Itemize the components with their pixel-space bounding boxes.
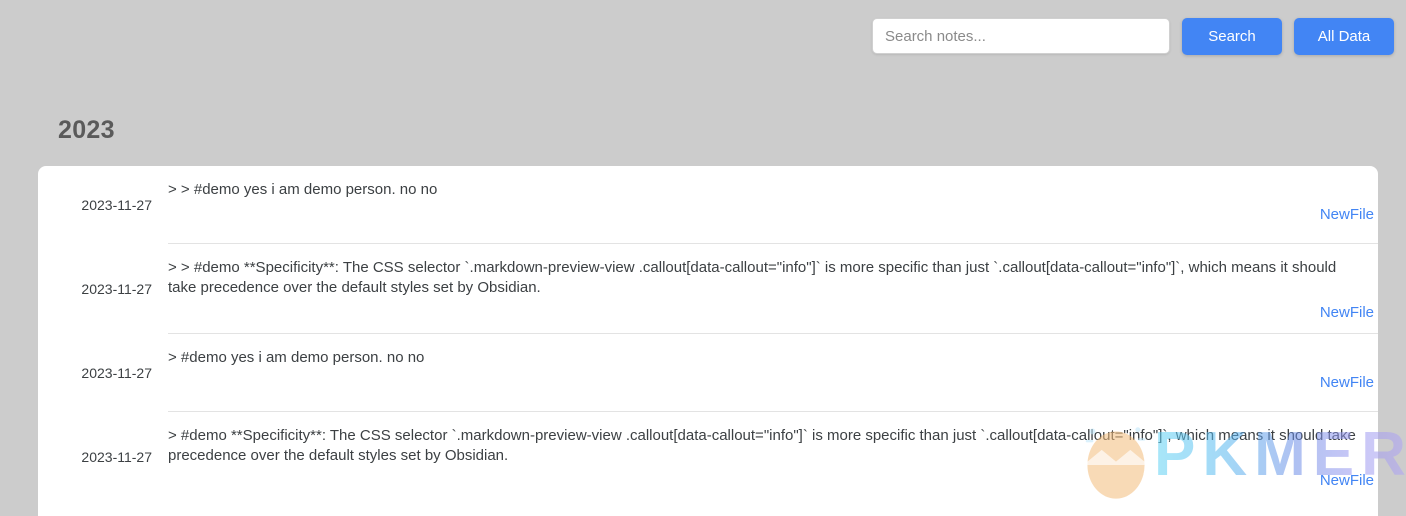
search-input[interactable] bbox=[872, 18, 1170, 54]
new-file-link[interactable]: NewFile bbox=[1320, 206, 1374, 223]
new-file-link[interactable]: NewFile bbox=[1320, 472, 1374, 489]
new-file-link[interactable]: NewFile bbox=[1320, 374, 1374, 391]
table-row: 2023-11-27 > #demo yes i am demo person. … bbox=[38, 334, 1378, 412]
row-link-wrap: NewFile bbox=[168, 472, 1378, 498]
row-note-text: > > #demo yes i am demo person. no no bbox=[168, 181, 438, 198]
row-main: > #demo **Specificity**: The CSS selecto… bbox=[168, 412, 1378, 502]
row-note-text: > #demo **Specificity**: The CSS selecto… bbox=[168, 427, 1356, 464]
all-data-button[interactable]: All Data bbox=[1294, 18, 1394, 55]
notes-search-page: Search All Data 2023 2023-11-27 > > #demo… bbox=[0, 0, 1406, 516]
row-link-wrap: NewFile bbox=[168, 304, 1378, 330]
table-row: 2023-11-27 > > #demo **Specificity**: The… bbox=[38, 244, 1378, 334]
row-note-text: > #demo yes i am demo person. no no bbox=[168, 349, 425, 366]
table-row: 2023-11-27 > #demo **Specificity**: The C… bbox=[38, 412, 1378, 502]
search-button[interactable]: Search bbox=[1182, 18, 1282, 55]
row-link-wrap: NewFile bbox=[168, 206, 1378, 232]
row-date: 2023-11-27 bbox=[81, 197, 152, 213]
top-toolbar: Search All Data bbox=[0, 0, 1406, 72]
row-date: 2023-11-27 bbox=[81, 449, 152, 465]
row-main: > > #demo yes i am demo person. no no New… bbox=[168, 166, 1378, 244]
row-note-text: > > #demo **Specificity**: The CSS selec… bbox=[168, 259, 1337, 296]
row-link-wrap: NewFile bbox=[168, 374, 1378, 400]
row-date: 2023-11-27 bbox=[81, 365, 152, 381]
year-heading: 2023 bbox=[58, 116, 115, 144]
notes-list-card: 2023-11-27 > > #demo yes i am demo person… bbox=[38, 166, 1378, 516]
row-date: 2023-11-27 bbox=[81, 281, 152, 297]
table-row: 2023-11-27 > > #demo yes i am demo person… bbox=[38, 166, 1378, 244]
row-main: > > #demo **Specificity**: The CSS selec… bbox=[168, 244, 1378, 334]
new-file-link[interactable]: NewFile bbox=[1320, 304, 1374, 321]
row-main: > #demo yes i am demo person. no no NewFi… bbox=[168, 334, 1378, 412]
